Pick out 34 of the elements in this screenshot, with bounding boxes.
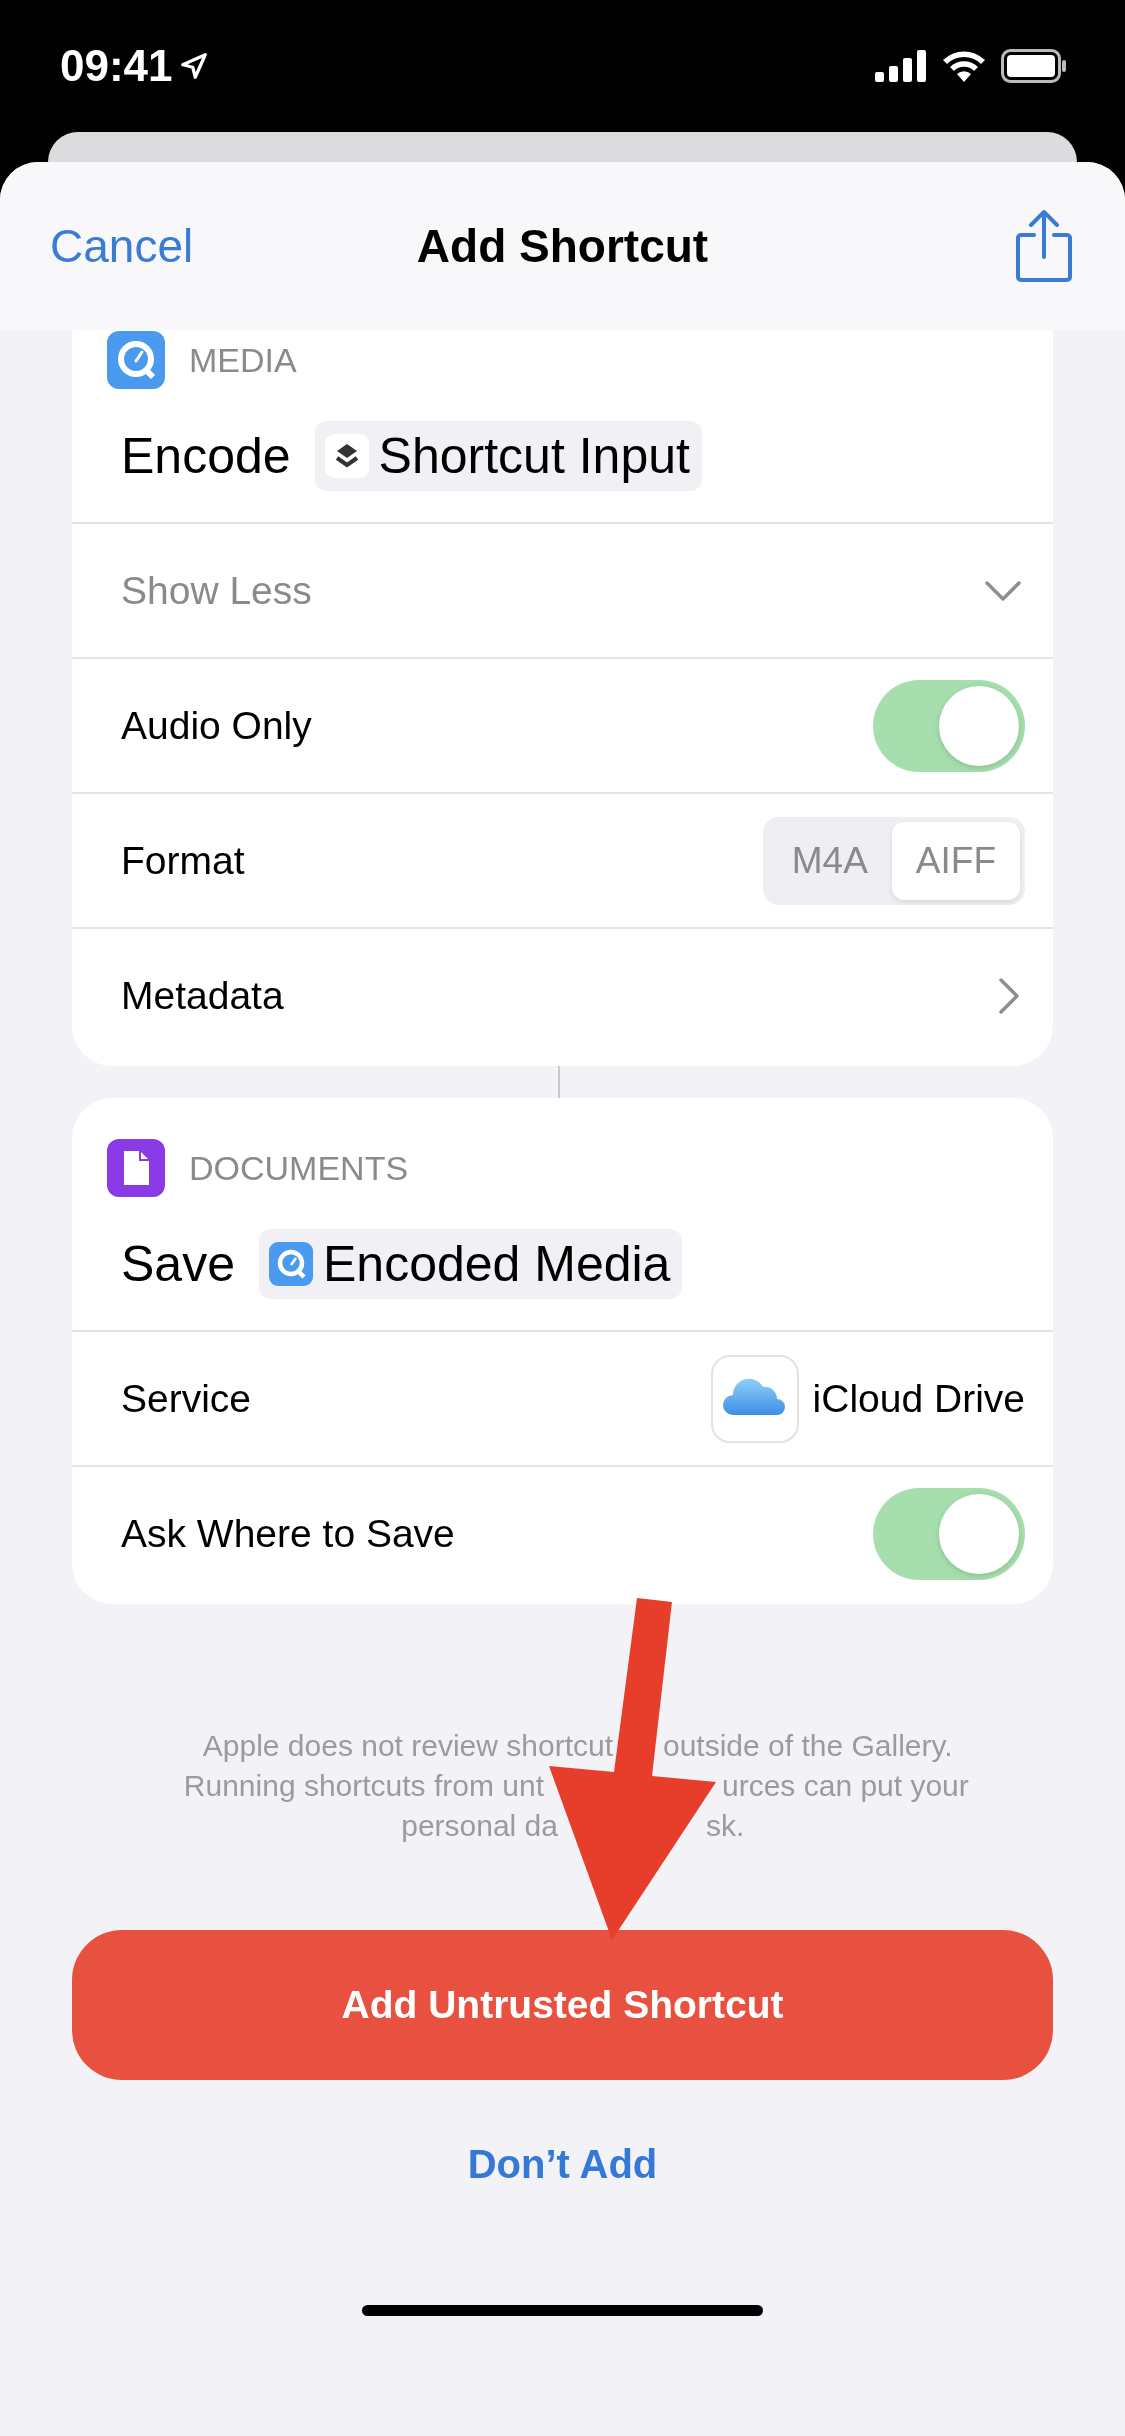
- category-label: MEDIA: [189, 340, 297, 380]
- row-label: Service: [121, 1376, 252, 1421]
- action-verb: Save: [121, 1235, 235, 1293]
- warning-text: outside of the Gallery.: [663, 1728, 953, 1764]
- row-label: Format: [121, 838, 245, 883]
- sheet-title: Add Shortcut: [416, 219, 709, 273]
- segment-option[interactable]: M4A: [767, 821, 892, 900]
- variable-token[interactable]: Encoded Media: [258, 1229, 683, 1299]
- category-label: DOCUMENTS: [189, 1148, 409, 1188]
- dont-add-button[interactable]: Don’t Add: [467, 2142, 658, 2187]
- warning-text: Apple does not review shortcut: [202, 1728, 613, 1764]
- segment-option[interactable]: AIFF: [891, 821, 1020, 900]
- variable-token[interactable]: Shortcut Input: [314, 421, 702, 491]
- battery-icon: [1001, 49, 1067, 83]
- status-time: 09:41: [60, 41, 173, 91]
- warning-text: sk.: [706, 1808, 745, 1844]
- signal-icon: [875, 50, 927, 82]
- add-untrusted-button[interactable]: Add Untrusted Shortcut: [72, 1930, 1053, 2080]
- row-value: iCloud Drive: [812, 1376, 1025, 1421]
- layers-icon: [324, 434, 369, 478]
- location-arrow-icon: [178, 51, 209, 81]
- row-label: Audio Only: [121, 703, 312, 748]
- row-label: Ask Where to Save: [121, 1511, 455, 1556]
- cancel-button[interactable]: Cancel: [50, 219, 194, 273]
- warning-text: Running shortcuts from unt: [183, 1768, 544, 1804]
- dial-icon: [268, 1242, 313, 1286]
- warning-text: urces can put your: [722, 1768, 969, 1804]
- wifi-icon: [941, 49, 987, 83]
- cloud-icon: [710, 1354, 799, 1443]
- warning-text: personal da: [401, 1808, 558, 1844]
- row-label: Show Less: [121, 568, 312, 613]
- action-verb: Encode: [121, 427, 291, 485]
- row-label: Metadata: [121, 973, 284, 1018]
- share-icon[interactable]: [1015, 209, 1073, 283]
